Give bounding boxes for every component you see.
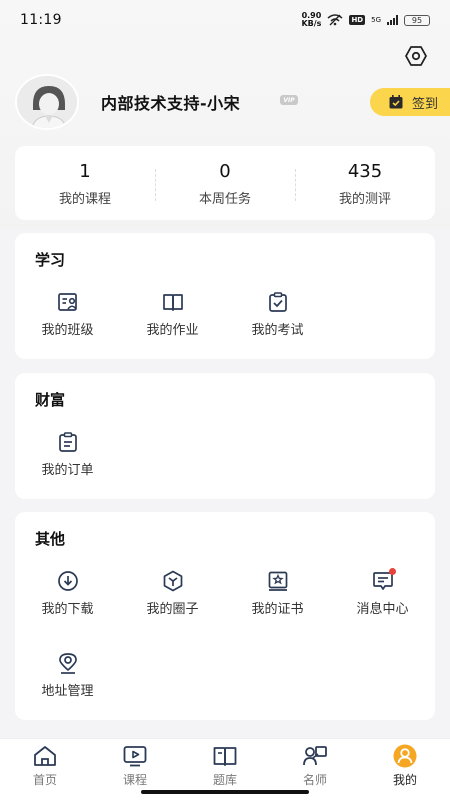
tab-home[interactable]: 首页	[0, 739, 90, 800]
network-type: 5G	[371, 16, 381, 24]
teacher-icon	[303, 746, 327, 766]
address-management-item[interactable]: 地址管理	[15, 651, 120, 711]
stat-label: 本周任务	[198, 192, 251, 207]
default-avatar-icon	[17, 76, 77, 128]
vip-badge: VIP	[280, 95, 298, 105]
certificate-icon	[268, 571, 287, 591]
my-order-item[interactable]: 我的订单	[15, 430, 120, 490]
calendar-check-icon	[389, 95, 403, 109]
download-icon	[57, 571, 78, 591]
signal-icon	[387, 15, 398, 25]
tab-label: 课程	[122, 773, 147, 787]
grid-label: 我的证书	[251, 602, 304, 617]
stat-weekly-tasks[interactable]: 0 本周任务	[155, 159, 295, 207]
unread-badge-dot	[388, 568, 396, 575]
grid-label: 我的下载	[41, 602, 94, 617]
stat-my-assessments[interactable]: 435 我的测评	[295, 159, 435, 207]
network-speed: 0.90 KB/s	[301, 12, 321, 28]
stats-card: 1 我的课程 0 本周任务 435 我的测评	[15, 146, 435, 220]
circle-icon	[163, 570, 182, 592]
battery-icon: 95	[404, 14, 430, 26]
grid-label: 地址管理	[41, 684, 94, 699]
stat-value: 435	[347, 161, 383, 182]
tab-mine[interactable]: 我的	[360, 739, 450, 800]
tab-label: 名师	[302, 773, 327, 787]
grid-label: 我的订单	[41, 463, 94, 478]
username: 内部技术支持-小宋	[101, 94, 241, 113]
stat-label: 我的课程	[58, 192, 111, 207]
my-download-item[interactable]: 我的下载	[15, 569, 120, 629]
checkin-button[interactable]: 签到	[370, 88, 450, 116]
other-section: 其他 我的下载 我的圈子 我的证书 消息中心 地址管理	[15, 512, 435, 720]
my-class-item[interactable]: 我的班级	[15, 290, 120, 350]
my-homework-item[interactable]: 我的作业	[120, 290, 225, 350]
hd-badge: HD	[349, 15, 366, 25]
wealth-section: 财富 我的订单	[15, 373, 435, 499]
tab-label: 我的	[392, 773, 417, 787]
battery-level: 95	[411, 15, 423, 25]
section-title: 学习	[35, 251, 66, 269]
tab-label: 首页	[32, 773, 57, 787]
homework-book-icon	[162, 294, 183, 311]
avatar[interactable]	[15, 74, 79, 130]
message-center-item[interactable]: 消息中心	[330, 568, 435, 629]
section-title: 其他	[35, 530, 66, 548]
grid-label: 消息中心	[356, 602, 409, 617]
course-play-icon	[123, 746, 147, 767]
my-exam-item[interactable]: 我的考试	[225, 290, 330, 350]
profile-header: 内部技术支持-小宋 VIP 签到	[15, 74, 450, 134]
profile-icon	[393, 744, 417, 768]
tab-label: 题库	[212, 773, 237, 787]
checkin-label: 签到	[412, 96, 439, 112]
grid-label: 我的班级	[41, 323, 94, 338]
stat-value: 0	[219, 161, 231, 182]
network-speed-unit: KB/s	[301, 19, 322, 28]
grid-label: 我的圈子	[146, 602, 199, 617]
stat-value: 1	[79, 161, 91, 182]
location-pin-icon	[58, 653, 77, 674]
home-indicator[interactable]	[141, 790, 309, 794]
my-certificate-item[interactable]: 我的证书	[225, 569, 330, 629]
status-bar: 11:19 0.90 KB/s HD 5G 95	[0, 0, 450, 40]
status-time: 11:19	[20, 12, 62, 28]
stat-label: 我的测评	[338, 192, 391, 207]
study-section: 学习 我的班级 我的作业 我的考试	[15, 233, 435, 359]
settings-hexagon-icon[interactable]	[404, 44, 428, 68]
grid-label: 我的作业	[146, 323, 199, 338]
stat-my-courses[interactable]: 1 我的课程	[15, 159, 155, 207]
status-indicators: 0.90 KB/s HD 5G 95	[301, 12, 430, 28]
message-icon-wrap	[371, 568, 396, 593]
home-icon	[34, 746, 56, 766]
question-bank-book-icon	[213, 747, 237, 766]
class-icon	[57, 293, 77, 311]
order-clipboard-icon	[58, 432, 77, 452]
wifi-off-icon	[327, 14, 343, 26]
my-circle-item[interactable]: 我的圈子	[120, 569, 225, 629]
exam-clipboard-icon	[268, 292, 287, 312]
grid-label: 我的考试	[251, 323, 304, 338]
section-title: 财富	[35, 391, 66, 409]
